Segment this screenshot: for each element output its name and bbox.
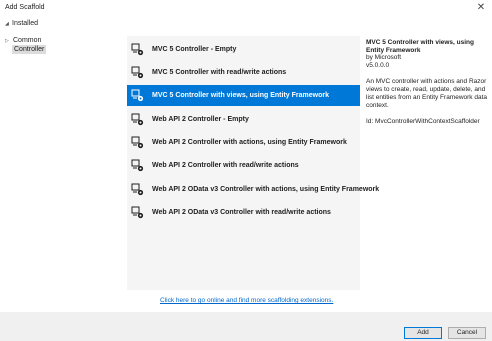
tree-item-label: Controller — [14, 46, 45, 53]
scaffold-item-label: MVC 5 Controller - Empty — [152, 46, 237, 53]
window-title: Add Scaffold — [5, 4, 45, 11]
tree-root-label: Installed — [12, 20, 39, 27]
tree-item-common[interactable]: ▷ Common — [5, 36, 41, 45]
tree-item-controller[interactable]: Controller — [12, 45, 47, 54]
details-author: by Microsoft — [366, 54, 402, 61]
scaffold-item-label: Web API 2 Controller - Empty — [152, 116, 249, 123]
details-id: Id: MvcControllerWithContextScaffolder — [366, 118, 480, 125]
details-version: v5.0.0.0 — [366, 62, 390, 69]
scaffold-item[interactable]: MVC 5 Controller with views, using Entit… — [127, 85, 360, 106]
scaffold-item-label: Web API 2 OData v3 Controller with actio… — [152, 186, 380, 193]
scaffold-item-label: MVC 5 Controller with read/write actions — [152, 69, 287, 76]
details-name: MVC 5 Controller with views, using Entit… — [366, 39, 474, 54]
controller-icon — [131, 66, 144, 79]
scaffold-item[interactable]: Web API 2 Controller with actions, using… — [127, 132, 360, 153]
scaffold-item[interactable]: Web API 2 Controller with read/write act… — [127, 155, 360, 176]
controller-icon — [131, 136, 144, 149]
close-icon[interactable]: ✕ — [474, 1, 488, 15]
controller-icon — [131, 89, 144, 102]
scaffold-item-label: Web API 2 OData v3 Controller with read/… — [152, 209, 331, 216]
collapse-caret-icon[interactable]: ◢ — [5, 21, 12, 27]
scaffold-item-label: MVC 5 Controller with views, using Entit… — [152, 92, 329, 99]
scaffold-item[interactable]: MVC 5 Controller - Empty — [127, 39, 360, 60]
controller-icon — [131, 43, 144, 56]
tree-root-installed[interactable]: ◢ Installed — [5, 20, 38, 27]
controller-icon — [131, 113, 144, 126]
scaffold-item[interactable]: Web API 2 OData v3 Controller with actio… — [127, 179, 379, 200]
scaffold-item[interactable]: Web API 2 Controller - Empty — [127, 109, 360, 130]
tree-item-label: Common — [13, 37, 42, 44]
online-extensions-link[interactable]: Click here to go online and find more sc… — [160, 297, 333, 304]
scaffold-list[interactable]: MVC 5 Controller - Empty MVC 5 Controller… — [127, 36, 379, 290]
details-description: An MVC controller with actions and Razor… — [366, 78, 488, 109]
controller-icon — [131, 183, 144, 196]
add-button[interactable]: Add — [404, 327, 442, 339]
details-panel: MVC 5 Controller with views, using Entit… — [366, 39, 488, 126]
scaffold-item[interactable]: Web API 2 OData v3 Controller with read/… — [127, 202, 360, 223]
controller-icon — [131, 206, 144, 219]
cancel-button[interactable]: Cancel — [448, 327, 486, 339]
scaffold-item[interactable]: MVC 5 Controller with read/write actions — [127, 62, 360, 83]
scaffold-item-label: Web API 2 Controller with actions, using… — [152, 139, 347, 146]
controller-icon — [131, 159, 144, 172]
title-bar: Add Scaffold ✕ — [0, 0, 492, 17]
scaffold-item-label: Web API 2 Controller with read/write act… — [152, 162, 299, 169]
